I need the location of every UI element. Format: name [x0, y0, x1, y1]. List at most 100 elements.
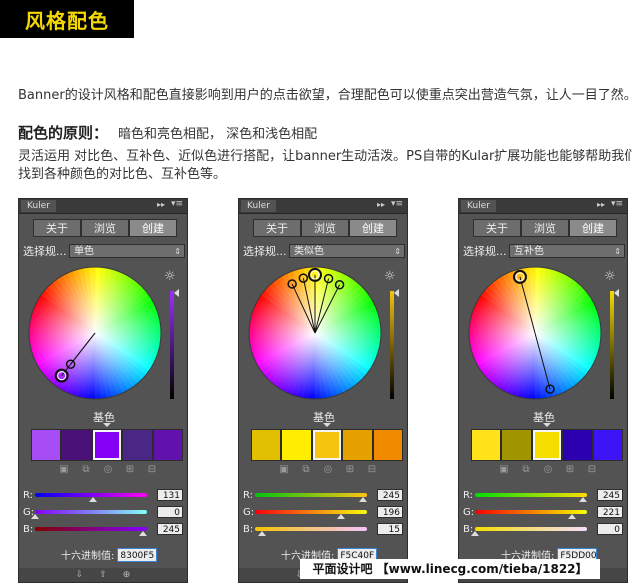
principle-heading: 配色的原则： [18, 124, 109, 142]
tab-0[interactable]: 关于 [33, 219, 81, 237]
set-base-icon[interactable]: ▣ [499, 465, 509, 475]
g-slider[interactable] [475, 510, 587, 519]
save-theme-icon[interactable]: ⇩ [76, 570, 84, 580]
rule-label: 选择规... [243, 245, 287, 258]
g-label: G: [463, 506, 475, 518]
r-label: R: [243, 489, 254, 501]
brightness-slider[interactable] [610, 291, 614, 399]
color-swatch[interactable] [31, 429, 62, 461]
add-to-swatch-icon[interactable]: ⊞ [125, 465, 135, 475]
b-value[interactable]: 0 [597, 523, 623, 535]
rule-select[interactable]: 类似色 ⇕ [289, 244, 405, 258]
panel-menu-icon[interactable]: ▾≡ [391, 199, 403, 209]
color-swatch[interactable] [281, 429, 312, 461]
color-swatch[interactable] [251, 429, 282, 461]
r-label: R: [463, 489, 474, 501]
duplicate-icon[interactable]: ⧉ [81, 465, 91, 475]
b-value[interactable]: 15 [377, 523, 403, 535]
g-slider-knob[interactable] [337, 514, 346, 519]
brightness-slider[interactable] [390, 291, 394, 399]
r-value[interactable]: 245 [597, 489, 623, 501]
hex-row: 十六进制值: 8300F5 [19, 547, 189, 562]
r-slider-knob[interactable] [88, 497, 97, 502]
g-slider[interactable] [255, 510, 367, 519]
add-swatches-icon[interactable]: ⊕ [123, 570, 131, 580]
color-swatch[interactable] [91, 429, 123, 461]
updown-arrows-icon: ⇕ [394, 247, 401, 256]
b-slider-knob[interactable] [138, 531, 147, 536]
g-slider[interactable] [31, 510, 147, 519]
tab-0[interactable]: 关于 [253, 219, 301, 237]
tab-2[interactable]: 创建 [569, 219, 617, 237]
color-swatch[interactable] [342, 429, 373, 461]
brightness-slider[interactable] [170, 291, 174, 399]
b-slider[interactable] [471, 527, 587, 536]
tab-2[interactable]: 创建 [349, 219, 397, 237]
tab-1[interactable]: 浏览 [521, 219, 569, 237]
set-base-icon[interactable]: ▣ [279, 465, 289, 475]
rule-row: 选择规... 互补色 ⇕ [463, 243, 625, 259]
brightness-knob[interactable] [174, 289, 179, 297]
r-slider[interactable] [35, 493, 147, 502]
panel-header: Kuler ▸▸ ▾≡ [239, 199, 407, 214]
g-slider-row: G: 196 [243, 506, 403, 519]
r-slider[interactable] [255, 493, 367, 502]
color-swatch[interactable] [592, 429, 624, 461]
brightness-knob[interactable] [614, 289, 619, 297]
collapse-icon[interactable]: ▸▸ [377, 200, 385, 209]
panel-menu-icon[interactable]: ▾≡ [171, 199, 183, 209]
b-slider[interactable] [255, 527, 367, 536]
rule-value: 互补色 [514, 246, 544, 257]
b-value[interactable]: 245 [157, 523, 183, 535]
color-swatch[interactable] [122, 429, 153, 461]
remove-icon[interactable]: ⊟ [147, 465, 157, 475]
tab-1[interactable]: 浏览 [301, 219, 349, 237]
tab-1[interactable]: 浏览 [81, 219, 129, 237]
reset-icon[interactable]: ◎ [323, 465, 333, 475]
r-slider-knob[interactable] [578, 497, 587, 502]
tab-2[interactable]: 创建 [129, 219, 177, 237]
r-value[interactable]: 131 [157, 489, 183, 501]
g-value[interactable]: 221 [597, 506, 623, 518]
r-slider[interactable] [475, 493, 587, 502]
remove-icon[interactable]: ⊟ [587, 465, 597, 475]
collapse-icon[interactable]: ▸▸ [157, 200, 165, 209]
set-base-icon[interactable]: ▣ [59, 465, 69, 475]
brightness-knob[interactable] [394, 289, 399, 297]
color-swatch[interactable] [531, 429, 563, 461]
color-swatch[interactable] [372, 429, 404, 461]
duplicate-icon[interactable]: ⧉ [521, 465, 531, 475]
color-swatch[interactable] [501, 429, 532, 461]
collapse-icon[interactable]: ▸▸ [597, 200, 605, 209]
g-slider-knob[interactable] [31, 514, 39, 519]
reset-icon[interactable]: ◎ [543, 465, 553, 475]
color-swatch[interactable] [152, 429, 184, 461]
b-slider-knob[interactable] [471, 531, 479, 536]
r-slider-knob[interactable] [358, 497, 367, 502]
g-value[interactable]: 196 [377, 506, 403, 518]
rule-select[interactable]: 互补色 ⇕ [509, 244, 625, 258]
intro-paragraph: Banner的设计风格和配色直接影响到用户的点击欲望，合理配色可以使重点突出营造… [18, 88, 632, 103]
color-swatch[interactable] [311, 429, 343, 461]
color-swatch[interactable] [562, 429, 593, 461]
rule-select[interactable]: 单色 ⇕ [69, 244, 185, 258]
r-value[interactable]: 245 [377, 489, 403, 501]
duplicate-icon[interactable]: ⧉ [301, 465, 311, 475]
b-slider-row: B: 15 [243, 523, 403, 536]
color-swatch[interactable] [61, 429, 92, 461]
rule-value: 单色 [74, 246, 94, 257]
add-to-swatch-icon[interactable]: ⊞ [565, 465, 575, 475]
panel-menu-icon[interactable]: ▾≡ [611, 199, 623, 209]
remove-icon[interactable]: ⊟ [367, 465, 377, 475]
g-slider-knob[interactable] [568, 514, 577, 519]
g-value[interactable]: 0 [157, 506, 183, 518]
b-slider-knob[interactable] [257, 531, 266, 536]
hex-input[interactable]: 8300F5 [117, 547, 158, 562]
tab-0[interactable]: 关于 [473, 219, 521, 237]
upload-icon[interactable]: ⇧ [99, 570, 107, 580]
brightness-sun-icon: ☼ [604, 269, 616, 284]
reset-icon[interactable]: ◎ [103, 465, 113, 475]
color-swatch[interactable] [471, 429, 502, 461]
add-to-swatch-icon[interactable]: ⊞ [345, 465, 355, 475]
b-slider[interactable] [35, 527, 147, 536]
